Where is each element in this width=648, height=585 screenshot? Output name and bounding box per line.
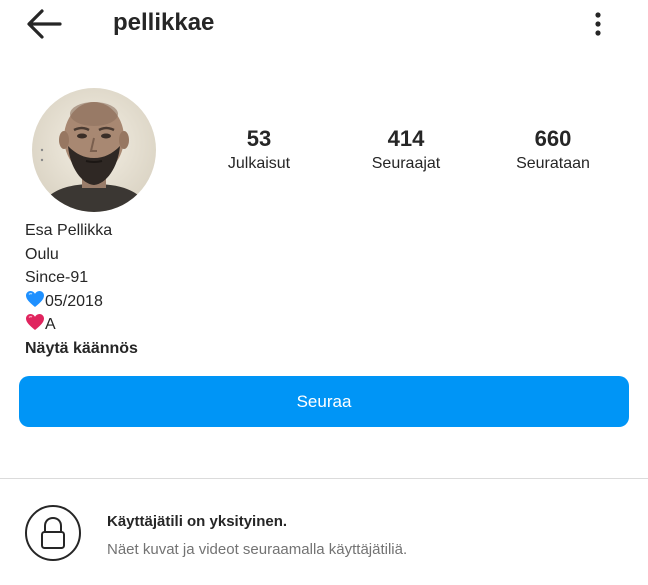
- top-bar: pellikkae: [0, 0, 648, 50]
- avatar-photo: [32, 88, 156, 212]
- posts-label: Julkaisut: [227, 155, 291, 172]
- section-divider: [0, 478, 648, 479]
- vertical-dots-icon: [595, 12, 601, 36]
- posts-count: 53: [246, 126, 272, 151]
- profile-avatar[interactable]: [32, 88, 156, 212]
- show-translation-link[interactable]: Näytä käännös: [25, 337, 138, 361]
- profile-bio: Esa Pellikka Oulu Since-91 05/2018 A Näy…: [25, 219, 138, 360]
- bio-line-heart: A: [25, 313, 138, 337]
- private-account-badge: [25, 505, 81, 561]
- private-account-subtitle: Näet kuvat ja videot seuraamalla käyttäj…: [107, 541, 408, 558]
- following-count: 660: [534, 126, 572, 151]
- bio-name: Esa Pellikka: [25, 222, 113, 239]
- followers-label: Seuraajat: [371, 155, 441, 172]
- private-account-title: Käyttäjätili on yksityinen.: [107, 513, 288, 530]
- followers-count: 414: [387, 126, 425, 151]
- red-heart-icon: [26, 314, 44, 330]
- bio-line-location: Oulu: [25, 245, 59, 263]
- stat-following[interactable]: 660 Seurataan: [493, 126, 613, 173]
- bio-heart-text: A: [45, 316, 56, 333]
- following-label: Seurataan: [516, 155, 590, 172]
- bio-line-date: 05/2018: [25, 290, 138, 314]
- stat-followers[interactable]: 414 Seuraajat: [346, 126, 466, 173]
- blue-heart-icon: [26, 290, 44, 307]
- arrow-left-icon: [27, 9, 62, 39]
- bio-date-text: 05/2018: [45, 292, 103, 310]
- back-button[interactable]: [20, 6, 68, 42]
- more-options-button[interactable]: [584, 6, 612, 42]
- follow-button[interactable]: Seuraa: [19, 376, 629, 427]
- profile-username: pellikkae: [113, 9, 215, 36]
- lock-icon: [41, 516, 65, 549]
- bio-line-since: Since-91: [25, 269, 89, 286]
- stat-posts: 53 Julkaisut: [199, 126, 319, 173]
